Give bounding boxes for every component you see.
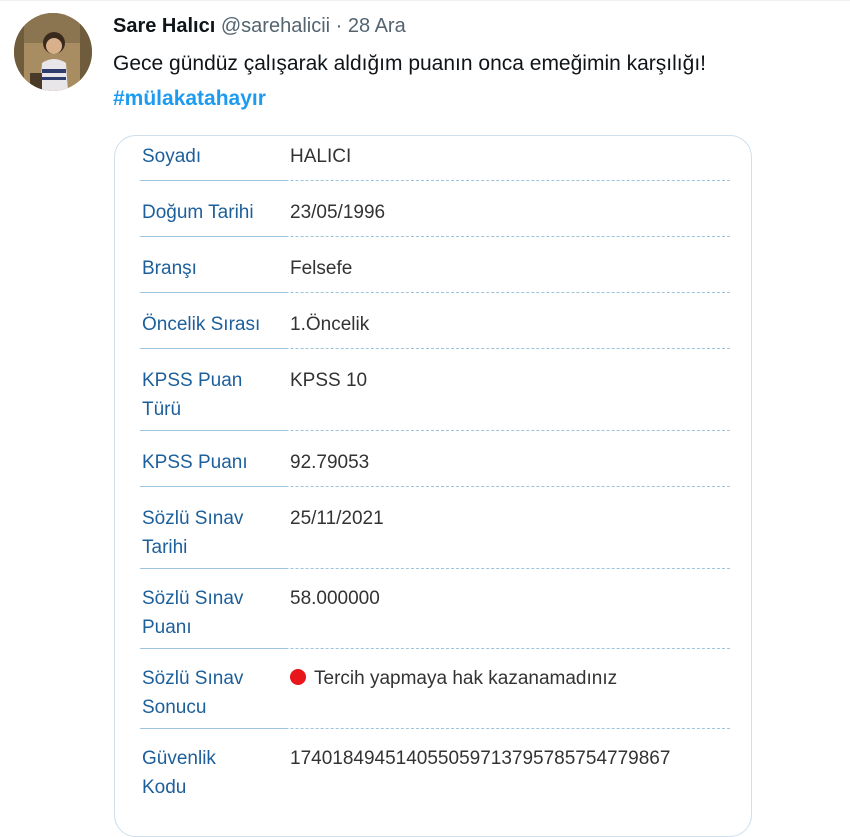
result-row-branch: Branşı Felsefe: [140, 254, 730, 293]
row-label: Sözlü Sınav Puanı: [142, 588, 244, 638]
row-divider: [140, 236, 286, 237]
row-divider: [140, 568, 286, 569]
row-label: Branşı: [142, 258, 197, 279]
row-value-wrapper: Tercih yapmaya hak kazanamadınız: [290, 664, 617, 693]
result-row-security-code: Güvenlik Kodu 17401849451405505971379578…: [140, 744, 730, 814]
top-divider: [0, 0, 850, 1]
result-row-oral-result: Sözlü Sınav Sonucu Tercih yapmaya hak ka…: [140, 664, 730, 729]
tweet-header: Sare Halıcı @sarehalicii · 28 Ara: [113, 13, 406, 39]
separator: ·: [335, 15, 343, 37]
row-divider: [140, 430, 286, 431]
row-divider: [140, 728, 286, 729]
row-label: Sözlü Sınav Tarihi: [142, 508, 244, 558]
profile-photo-icon: [14, 13, 92, 91]
row-value: 174018494514055059713795785754779867: [290, 748, 671, 769]
row-value: HALICI: [290, 146, 352, 167]
row-label: Sözlü Sınav Sonucu: [142, 668, 244, 718]
row-label: Öncelik Sırası: [142, 314, 261, 335]
row-value: 23/05/1996: [290, 202, 386, 223]
result-row-birthdate: Doğum Tarihi 23/05/1996: [140, 198, 730, 237]
status-dot-icon: [290, 669, 306, 685]
row-value: 25/11/2021: [290, 508, 384, 529]
result-row-kpss-score: KPSS Puanı 92.79053: [140, 448, 730, 487]
row-value: KPSS 10: [290, 370, 368, 391]
row-value: Tercih yapmaya hak kazanamadınız: [314, 668, 618, 689]
result-row-oral-score: Sözlü Sınav Puanı 58.000000: [140, 584, 730, 649]
row-value: 92.79053: [290, 452, 370, 473]
author-handle[interactable]: @sarehalicii: [221, 15, 330, 37]
result-row-oral-date: Sözlü Sınav Tarihi 25/11/2021: [140, 504, 730, 569]
row-label: KPSS Puanı: [142, 452, 248, 473]
row-divider: [140, 292, 286, 293]
author-name[interactable]: Sare Halıcı: [113, 15, 215, 37]
row-label: KPSS Puan Türü: [142, 370, 243, 420]
row-divider: [140, 348, 286, 349]
tweet-date[interactable]: 28 Ara: [348, 15, 406, 37]
tweet-text: Gece gündüz çalışarak aldığım puanın onc…: [113, 52, 706, 75]
result-row-surname: Soyadı HALICI: [140, 142, 730, 181]
result-row-kpss-type: KPSS Puan Türü KPSS 10: [140, 366, 730, 431]
row-label: Güvenlik Kodu: [142, 748, 216, 798]
hashtag-link[interactable]: #mülakatahayır: [113, 85, 266, 113]
row-value: 58.000000: [290, 588, 380, 609]
row-divider: [140, 648, 286, 649]
row-divider: [140, 180, 286, 181]
row-label: Soyadı: [142, 146, 202, 167]
row-value: Felsefe: [290, 258, 353, 279]
row-value: 1.Öncelik: [290, 314, 370, 335]
result-row-priority: Öncelik Sırası 1.Öncelik: [140, 310, 730, 349]
row-label: Doğum Tarihi: [142, 202, 254, 223]
row-divider: [140, 486, 286, 487]
avatar[interactable]: [14, 13, 92, 91]
